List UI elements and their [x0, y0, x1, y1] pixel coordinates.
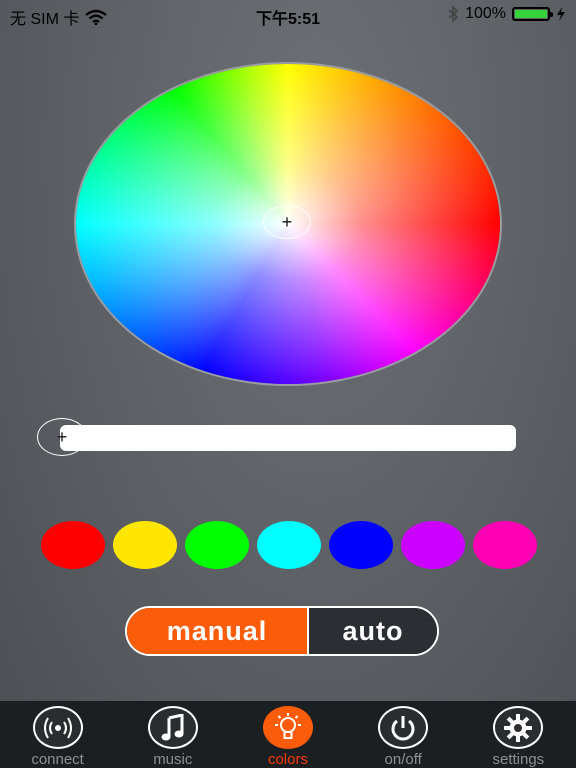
swatch-green[interactable]: [185, 521, 249, 569]
charging-bolt-icon: [557, 7, 565, 21]
tab-on-off-label: on/off: [384, 751, 422, 768]
manual-label: manual: [166, 615, 268, 646]
brightness-slider-thumb[interactable]: +: [37, 418, 87, 456]
tab-connect[interactable]: connect: [8, 701, 108, 768]
light-bulb-icon: [262, 706, 313, 749]
color-wheel[interactable]: +: [76, 64, 500, 384]
tab-colors-label: colors: [267, 751, 308, 768]
swatch-violet[interactable]: [401, 521, 465, 569]
tab-settings[interactable]: settings: [468, 701, 568, 768]
tab-music[interactable]: music: [123, 701, 223, 768]
manual-mode-button[interactable]: manual: [127, 608, 309, 654]
brightness-slider-track[interactable]: [60, 425, 516, 451]
auto-mode-button[interactable]: auto: [309, 608, 437, 654]
battery-fill: [515, 10, 547, 18]
tab-on-off[interactable]: on/off: [353, 701, 453, 768]
tab-colors[interactable]: colors: [238, 701, 338, 768]
swatch-red[interactable]: [41, 521, 105, 569]
swatch-magenta[interactable]: [473, 521, 537, 569]
swatch-yellow[interactable]: [113, 521, 177, 569]
music-note-icon: [147, 706, 198, 749]
color-swatches: [41, 521, 537, 569]
tab-connect-label: connect: [31, 751, 84, 768]
tab-music-label: music: [153, 751, 193, 768]
power-icon: [378, 706, 429, 749]
tab-bar: connect music colors on/off settings: [0, 701, 576, 768]
signal-waves-icon: [32, 706, 83, 749]
bluetooth-icon: [448, 5, 459, 23]
battery-percent: 100%: [465, 5, 506, 22]
swatch-blue[interactable]: [329, 521, 393, 569]
status-bar: 无 SIM 卡 下午5:51 100%: [0, 0, 576, 30]
swatch-cyan[interactable]: [257, 521, 321, 569]
auto-label: auto: [342, 615, 404, 646]
color-wheel-cursor[interactable]: +: [263, 205, 311, 239]
gear-icon: [493, 706, 544, 749]
mode-toggle: manual auto: [125, 606, 439, 656]
status-right: 100%: [447, 5, 566, 23]
battery-icon: [512, 7, 553, 21]
crosshair-icon: +: [281, 212, 293, 232]
tab-settings-label: settings: [492, 751, 545, 768]
crosshair-icon: +: [56, 426, 68, 447]
